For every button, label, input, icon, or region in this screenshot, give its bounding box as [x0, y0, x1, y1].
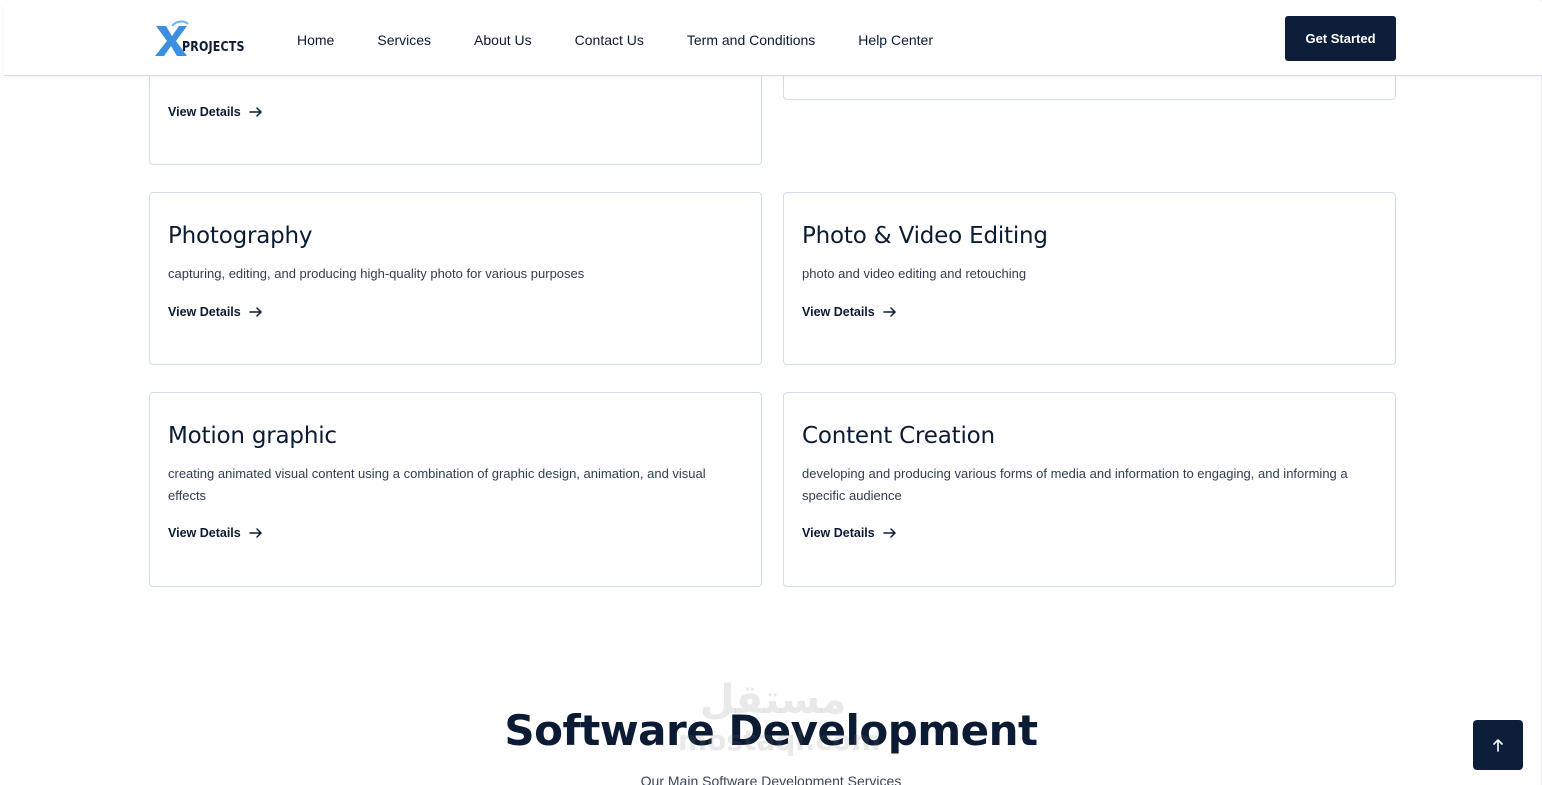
view-details-link[interactable]: View Details: [168, 526, 263, 540]
section-title: Software Development: [504, 706, 1038, 755]
view-details-link[interactable]: View Details: [168, 105, 263, 119]
arrow-right-icon: [248, 307, 262, 317]
page: View Details PROJECTS Home Services Abou…: [0, 0, 1542, 785]
card-description: creating animated visual content using a…: [168, 466, 706, 503]
get-started-button[interactable]: Get Started: [1285, 16, 1396, 61]
card-title: Photo & Video Editing: [802, 223, 1048, 249]
nav-services[interactable]: Services: [377, 32, 431, 48]
card-description: photo and video editing and retouching: [802, 266, 1027, 281]
view-details-link[interactable]: View Details: [802, 305, 897, 319]
view-details-link[interactable]: View Details: [802, 526, 897, 540]
site-header: PROJECTS Home Services About Us Contact …: [4, 2, 1542, 76]
nav-about-us[interactable]: About Us: [474, 32, 532, 48]
nav-contact-us[interactable]: Contact Us: [575, 32, 644, 48]
service-card-content-creation: Content Creation developing and producin…: [783, 392, 1396, 587]
view-details-label: View Details: [802, 526, 875, 540]
view-details-label: View Details: [802, 305, 875, 319]
main-nav: Home Services About Us Contact Us Term a…: [297, 32, 976, 48]
nav-help-center[interactable]: Help Center: [858, 32, 933, 48]
card-description: developing and producing various forms o…: [802, 466, 1348, 503]
card-title: Photography: [168, 223, 313, 249]
service-card-photo-video-editing: Photo & Video Editing photo and video ed…: [783, 192, 1396, 365]
view-details-label: View Details: [168, 305, 241, 319]
arrow-right-icon: [248, 107, 262, 117]
logo-text: PROJECTS: [182, 40, 245, 55]
section-subtitle: Our Main Software Development Services: [640, 773, 902, 785]
nav-home[interactable]: Home: [297, 32, 334, 48]
view-details-label: View Details: [168, 105, 241, 119]
card-description: capturing, editing, and producing high-q…: [168, 266, 585, 281]
arrow-right-icon: [882, 307, 896, 317]
nav-terms[interactable]: Term and Conditions: [687, 32, 815, 48]
site-logo[interactable]: PROJECTS: [152, 20, 248, 60]
card-title: Content Creation: [802, 423, 995, 449]
back-to-top-button[interactable]: [1473, 720, 1523, 770]
arrow-right-icon: [882, 528, 896, 538]
service-card-photography: Photography capturing, editing, and prod…: [149, 192, 762, 365]
service-card-motion-graphic: Motion graphic creating animated visual …: [149, 392, 762, 587]
view-details-link[interactable]: View Details: [168, 305, 263, 319]
view-details-label: View Details: [168, 526, 241, 540]
card-title: Motion graphic: [168, 423, 337, 449]
arrow-up-icon: [1493, 739, 1503, 752]
arrow-right-icon: [248, 528, 262, 538]
